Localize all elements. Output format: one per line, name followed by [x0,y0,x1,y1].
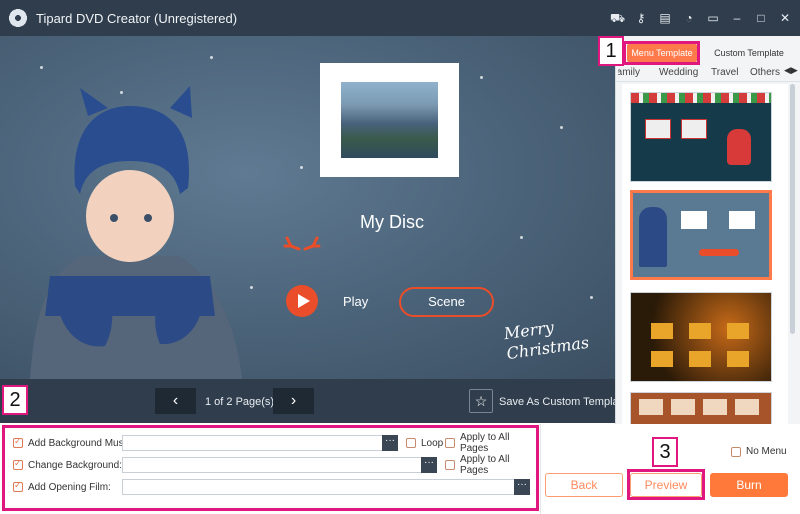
template-thumbnail[interactable] [630,292,772,382]
chevron-right-icon: › [290,392,297,409]
maximize-icon[interactable]: □ [754,11,768,25]
app-title: Tipard DVD Creator (Unregistered) [36,10,238,26]
app-logo-icon [8,8,28,28]
scene-button[interactable]: Scene [399,287,494,317]
star-icon: ☆ [474,393,488,409]
chevron-left-icon: ‹ [172,392,179,409]
category-family[interactable]: Family [618,67,640,78]
title-bar: Tipard DVD Creator (Unregistered) ⛟ ⚷ ▤ … [0,0,800,36]
child-background-image [30,86,242,379]
page-indicator: 1 of 2 Page(s) [205,396,275,408]
template-list-scrollbar[interactable] [790,84,795,334]
highlight-options [2,425,539,511]
template-thumbnail[interactable] [630,92,772,182]
titlebar-controls: ⛟ ⚷ ▤ ◔ ▭ – □ ✕ [610,0,792,36]
template-thumbnail[interactable] [630,392,772,424]
merry-christmas-decoration: Merry Christmas [502,317,591,364]
annotation-marker-2: 2 [2,385,28,415]
disc-thumbnail-stamp[interactable] [320,63,459,177]
save-custom-template-label[interactable]: Save As Custom Template [499,396,628,408]
key-icon[interactable]: ⚷ [634,11,648,25]
category-others[interactable]: Others [750,67,780,78]
document-icon[interactable]: ▤ [658,11,672,25]
template-list [622,84,788,424]
disc-title[interactable]: My Disc [360,212,424,233]
no-menu-option[interactable]: No Menu [731,446,787,457]
burn-button[interactable]: Burn [710,473,788,497]
no-menu-checkbox[interactable] [731,446,741,457]
back-button[interactable]: Back [545,473,623,497]
next-page-button[interactable]: › [273,388,314,414]
template-thumbnail-selected[interactable] [630,190,772,280]
annotation-marker-3: 3 [652,437,678,467]
chat-icon[interactable]: ◔ [682,11,696,25]
reindeer-antler-icon [283,236,321,251]
category-wedding[interactable]: Wedding [659,67,698,78]
feedback-icon[interactable]: ▭ [706,11,720,25]
annotation-marker-1: 1 [598,36,624,66]
highlight-preview [627,469,705,500]
play-button[interactable] [286,285,318,317]
category-scroll-arrows-icon[interactable]: ◀▶ [784,65,798,76]
category-travel[interactable]: Travel [711,67,738,78]
tab-custom-template[interactable]: Custom Template [713,44,785,62]
save-custom-template-button[interactable]: ☆ [469,389,493,413]
prev-page-button[interactable]: ‹ [155,388,196,414]
menu-preview: My Disc Play Scene Merry Christmas [0,36,615,379]
close-icon[interactable]: ✕ [778,11,792,25]
no-menu-label: No Menu [746,446,787,457]
disc-thumbnail-image [341,82,438,158]
play-label[interactable]: Play [343,294,368,309]
highlight-menu-template [623,41,700,65]
minimize-icon[interactable]: – [730,11,744,25]
cart-icon[interactable]: ⛟ [610,11,625,25]
